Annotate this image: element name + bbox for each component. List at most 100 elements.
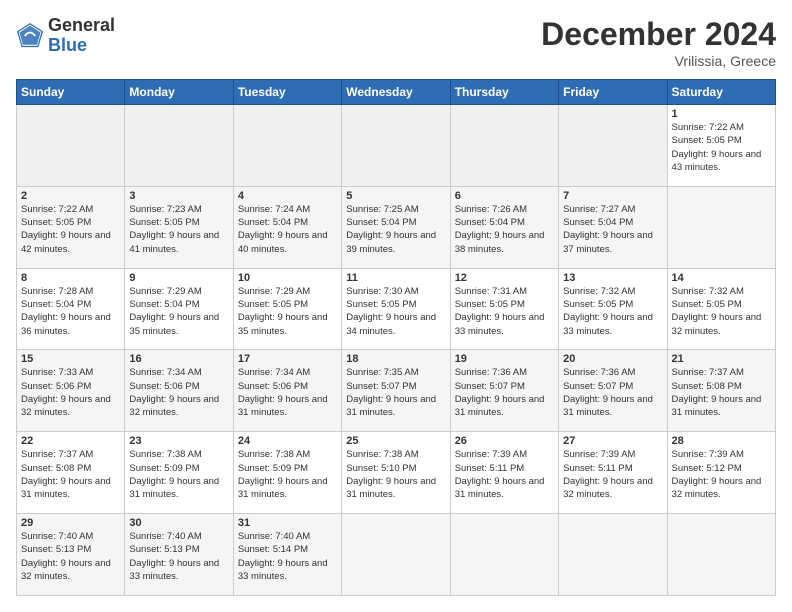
day-number: 27 xyxy=(563,435,662,447)
day-info: Sunrise: 7:23 AMSunset: 5:05 PMDaylight:… xyxy=(129,203,228,256)
day-info: Sunrise: 7:40 AMSunset: 5:14 PMDaylight:… xyxy=(238,530,337,583)
day-number: 13 xyxy=(563,272,662,284)
calendar-day-empty xyxy=(667,514,775,596)
day-number: 9 xyxy=(129,272,228,284)
day-number: 7 xyxy=(563,190,662,202)
day-number: 2 xyxy=(21,190,120,202)
day-info: Sunrise: 7:39 AMSunset: 5:11 PMDaylight:… xyxy=(455,448,554,501)
calendar-day-empty xyxy=(233,105,341,187)
logo-icon xyxy=(16,22,44,50)
calendar-day: 7Sunrise: 7:27 AMSunset: 5:04 PMDaylight… xyxy=(559,186,667,268)
calendar-week-row: 8Sunrise: 7:28 AMSunset: 5:04 PMDaylight… xyxy=(17,268,776,350)
calendar-day: 6Sunrise: 7:26 AMSunset: 5:04 PMDaylight… xyxy=(450,186,558,268)
day-info: Sunrise: 7:24 AMSunset: 5:04 PMDaylight:… xyxy=(238,203,337,256)
calendar-day-header: Sunday xyxy=(17,80,125,105)
calendar-day: 29Sunrise: 7:40 AMSunset: 5:13 PMDayligh… xyxy=(17,514,125,596)
logo-text: General Blue xyxy=(48,16,115,56)
day-info: Sunrise: 7:32 AMSunset: 5:05 PMDaylight:… xyxy=(563,285,662,338)
day-info: Sunrise: 7:30 AMSunset: 5:05 PMDaylight:… xyxy=(346,285,445,338)
day-number: 30 xyxy=(129,517,228,529)
day-info: Sunrise: 7:31 AMSunset: 5:05 PMDaylight:… xyxy=(455,285,554,338)
day-info: Sunrise: 7:34 AMSunset: 5:06 PMDaylight:… xyxy=(238,366,337,419)
calendar-day-empty xyxy=(17,105,125,187)
calendar-day-empty xyxy=(342,514,450,596)
day-number: 6 xyxy=(455,190,554,202)
day-number: 31 xyxy=(238,517,337,529)
day-number: 21 xyxy=(672,353,771,365)
day-info: Sunrise: 7:39 AMSunset: 5:11 PMDaylight:… xyxy=(563,448,662,501)
calendar-week-row: 22Sunrise: 7:37 AMSunset: 5:08 PMDayligh… xyxy=(17,432,776,514)
day-number: 11 xyxy=(346,272,445,284)
day-info: Sunrise: 7:29 AMSunset: 5:05 PMDaylight:… xyxy=(238,285,337,338)
day-info: Sunrise: 7:36 AMSunset: 5:07 PMDaylight:… xyxy=(455,366,554,419)
day-info: Sunrise: 7:22 AMSunset: 5:05 PMDaylight:… xyxy=(21,203,120,256)
calendar-day-empty xyxy=(450,105,558,187)
calendar-day: 8Sunrise: 7:28 AMSunset: 5:04 PMDaylight… xyxy=(17,268,125,350)
day-number: 15 xyxy=(21,353,120,365)
day-number: 10 xyxy=(238,272,337,284)
calendar-week-row: 1Sunrise: 7:22 AMSunset: 5:05 PMDaylight… xyxy=(17,105,776,187)
calendar-day: 11Sunrise: 7:30 AMSunset: 5:05 PMDayligh… xyxy=(342,268,450,350)
calendar-day: 12Sunrise: 7:31 AMSunset: 5:05 PMDayligh… xyxy=(450,268,558,350)
day-info: Sunrise: 7:32 AMSunset: 5:05 PMDaylight:… xyxy=(672,285,771,338)
day-info: Sunrise: 7:37 AMSunset: 5:08 PMDaylight:… xyxy=(672,366,771,419)
calendar-day: 19Sunrise: 7:36 AMSunset: 5:07 PMDayligh… xyxy=(450,350,558,432)
calendar-table: SundayMondayTuesdayWednesdayThursdayFrid… xyxy=(16,79,776,596)
day-number: 23 xyxy=(129,435,228,447)
day-info: Sunrise: 7:29 AMSunset: 5:04 PMDaylight:… xyxy=(129,285,228,338)
calendar-day: 20Sunrise: 7:36 AMSunset: 5:07 PMDayligh… xyxy=(559,350,667,432)
calendar-day-empty xyxy=(667,186,775,268)
calendar-page: General Blue December 2024 Vrilissia, Gr… xyxy=(0,0,792,612)
calendar-day-empty xyxy=(125,105,233,187)
calendar-day: 16Sunrise: 7:34 AMSunset: 5:06 PMDayligh… xyxy=(125,350,233,432)
day-number: 25 xyxy=(346,435,445,447)
day-info: Sunrise: 7:39 AMSunset: 5:12 PMDaylight:… xyxy=(672,448,771,501)
calendar-week-row: 29Sunrise: 7:40 AMSunset: 5:13 PMDayligh… xyxy=(17,514,776,596)
day-number: 16 xyxy=(129,353,228,365)
calendar-day-empty xyxy=(559,105,667,187)
day-info: Sunrise: 7:34 AMSunset: 5:06 PMDaylight:… xyxy=(129,366,228,419)
calendar-day-empty xyxy=(450,514,558,596)
day-number: 17 xyxy=(238,353,337,365)
day-info: Sunrise: 7:28 AMSunset: 5:04 PMDaylight:… xyxy=(21,285,120,338)
calendar-day-header: Thursday xyxy=(450,80,558,105)
calendar-day: 31Sunrise: 7:40 AMSunset: 5:14 PMDayligh… xyxy=(233,514,341,596)
day-info: Sunrise: 7:27 AMSunset: 5:04 PMDaylight:… xyxy=(563,203,662,256)
day-number: 4 xyxy=(238,190,337,202)
calendar-day: 13Sunrise: 7:32 AMSunset: 5:05 PMDayligh… xyxy=(559,268,667,350)
day-info: Sunrise: 7:22 AMSunset: 5:05 PMDaylight:… xyxy=(672,121,771,174)
day-info: Sunrise: 7:25 AMSunset: 5:04 PMDaylight:… xyxy=(346,203,445,256)
calendar-day: 30Sunrise: 7:40 AMSunset: 5:13 PMDayligh… xyxy=(125,514,233,596)
calendar-day-header: Wednesday xyxy=(342,80,450,105)
day-number: 24 xyxy=(238,435,337,447)
calendar-day: 15Sunrise: 7:33 AMSunset: 5:06 PMDayligh… xyxy=(17,350,125,432)
location: Vrilissia, Greece xyxy=(541,53,776,69)
calendar-day-empty xyxy=(342,105,450,187)
calendar-day: 2Sunrise: 7:22 AMSunset: 5:05 PMDaylight… xyxy=(17,186,125,268)
calendar-day: 14Sunrise: 7:32 AMSunset: 5:05 PMDayligh… xyxy=(667,268,775,350)
calendar-day: 9Sunrise: 7:29 AMSunset: 5:04 PMDaylight… xyxy=(125,268,233,350)
day-number: 28 xyxy=(672,435,771,447)
calendar-day: 25Sunrise: 7:38 AMSunset: 5:10 PMDayligh… xyxy=(342,432,450,514)
day-info: Sunrise: 7:38 AMSunset: 5:09 PMDaylight:… xyxy=(238,448,337,501)
day-info: Sunrise: 7:33 AMSunset: 5:06 PMDaylight:… xyxy=(21,366,120,419)
calendar-day-header: Monday xyxy=(125,80,233,105)
calendar-day-empty xyxy=(559,514,667,596)
calendar-day: 22Sunrise: 7:37 AMSunset: 5:08 PMDayligh… xyxy=(17,432,125,514)
day-info: Sunrise: 7:40 AMSunset: 5:13 PMDaylight:… xyxy=(21,530,120,583)
day-number: 20 xyxy=(563,353,662,365)
logo: General Blue xyxy=(16,16,115,56)
day-number: 29 xyxy=(21,517,120,529)
calendar-day: 23Sunrise: 7:38 AMSunset: 5:09 PMDayligh… xyxy=(125,432,233,514)
day-info: Sunrise: 7:26 AMSunset: 5:04 PMDaylight:… xyxy=(455,203,554,256)
calendar-day-header: Friday xyxy=(559,80,667,105)
calendar-day: 17Sunrise: 7:34 AMSunset: 5:06 PMDayligh… xyxy=(233,350,341,432)
day-number: 12 xyxy=(455,272,554,284)
calendar-day: 10Sunrise: 7:29 AMSunset: 5:05 PMDayligh… xyxy=(233,268,341,350)
calendar-day: 26Sunrise: 7:39 AMSunset: 5:11 PMDayligh… xyxy=(450,432,558,514)
calendar-day-header: Tuesday xyxy=(233,80,341,105)
calendar-day: 1Sunrise: 7:22 AMSunset: 5:05 PMDaylight… xyxy=(667,105,775,187)
day-info: Sunrise: 7:36 AMSunset: 5:07 PMDaylight:… xyxy=(563,366,662,419)
day-number: 14 xyxy=(672,272,771,284)
month-year: December 2024 xyxy=(541,16,776,53)
